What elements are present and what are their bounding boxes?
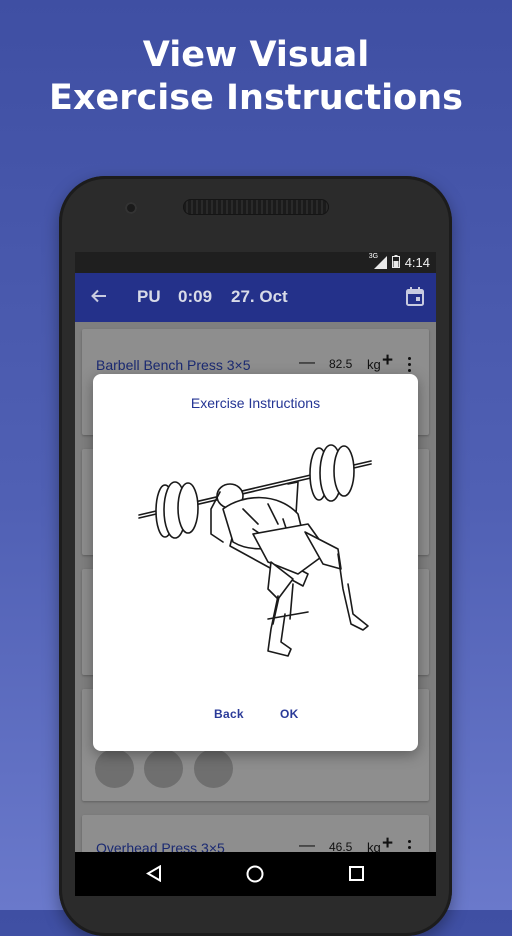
- circle-home-icon[interactable]: [246, 865, 264, 888]
- workout-code: PU: [137, 287, 161, 306]
- back-button[interactable]: Back: [214, 707, 244, 721]
- signal-icon: 3G: [369, 253, 387, 269]
- weight-decrease-button[interactable]: —: [299, 354, 315, 372]
- system-nav-bar: [75, 852, 436, 896]
- elapsed-timer: 0:09: [178, 287, 213, 306]
- set-rep-circle[interactable]: [144, 749, 183, 788]
- weight-unit: kg: [367, 357, 381, 372]
- earpiece-speaker: [183, 199, 329, 215]
- front-camera: [125, 202, 137, 214]
- promo-headline-line2: Exercise Instructions: [49, 78, 463, 118]
- calendar-icon[interactable]: [406, 287, 424, 311]
- workout-date[interactable]: 27. Oct: [231, 287, 288, 307]
- square-recents-icon[interactable]: [349, 866, 364, 886]
- bench-press-illustration: [138, 444, 372, 657]
- battery-icon: [391, 254, 400, 271]
- set-rep-circle[interactable]: [194, 749, 233, 788]
- promo-headline: View Visual Exercise Instructions: [0, 34, 512, 120]
- app-bar: PU 0:09 27. Oct: [75, 273, 436, 322]
- weight-value[interactable]: 82.5: [329, 357, 352, 371]
- promo-headline-line1: View Visual: [142, 35, 370, 75]
- exercise-instructions-dialog: Exercise Instructions Back OK: [93, 374, 418, 751]
- status-time: 4:14: [404, 255, 430, 270]
- more-options-icon[interactable]: [408, 357, 412, 375]
- arrow-left-icon[interactable]: [90, 287, 108, 310]
- set-rep-circle[interactable]: [95, 749, 134, 788]
- status-bar: 3G 4:14: [75, 252, 436, 273]
- weight-increase-button[interactable]: +: [382, 350, 393, 372]
- ok-button[interactable]: OK: [280, 707, 299, 721]
- triangle-back-icon[interactable]: [146, 864, 162, 887]
- exercise-name[interactable]: Barbell Bench Press 3×5: [96, 357, 250, 373]
